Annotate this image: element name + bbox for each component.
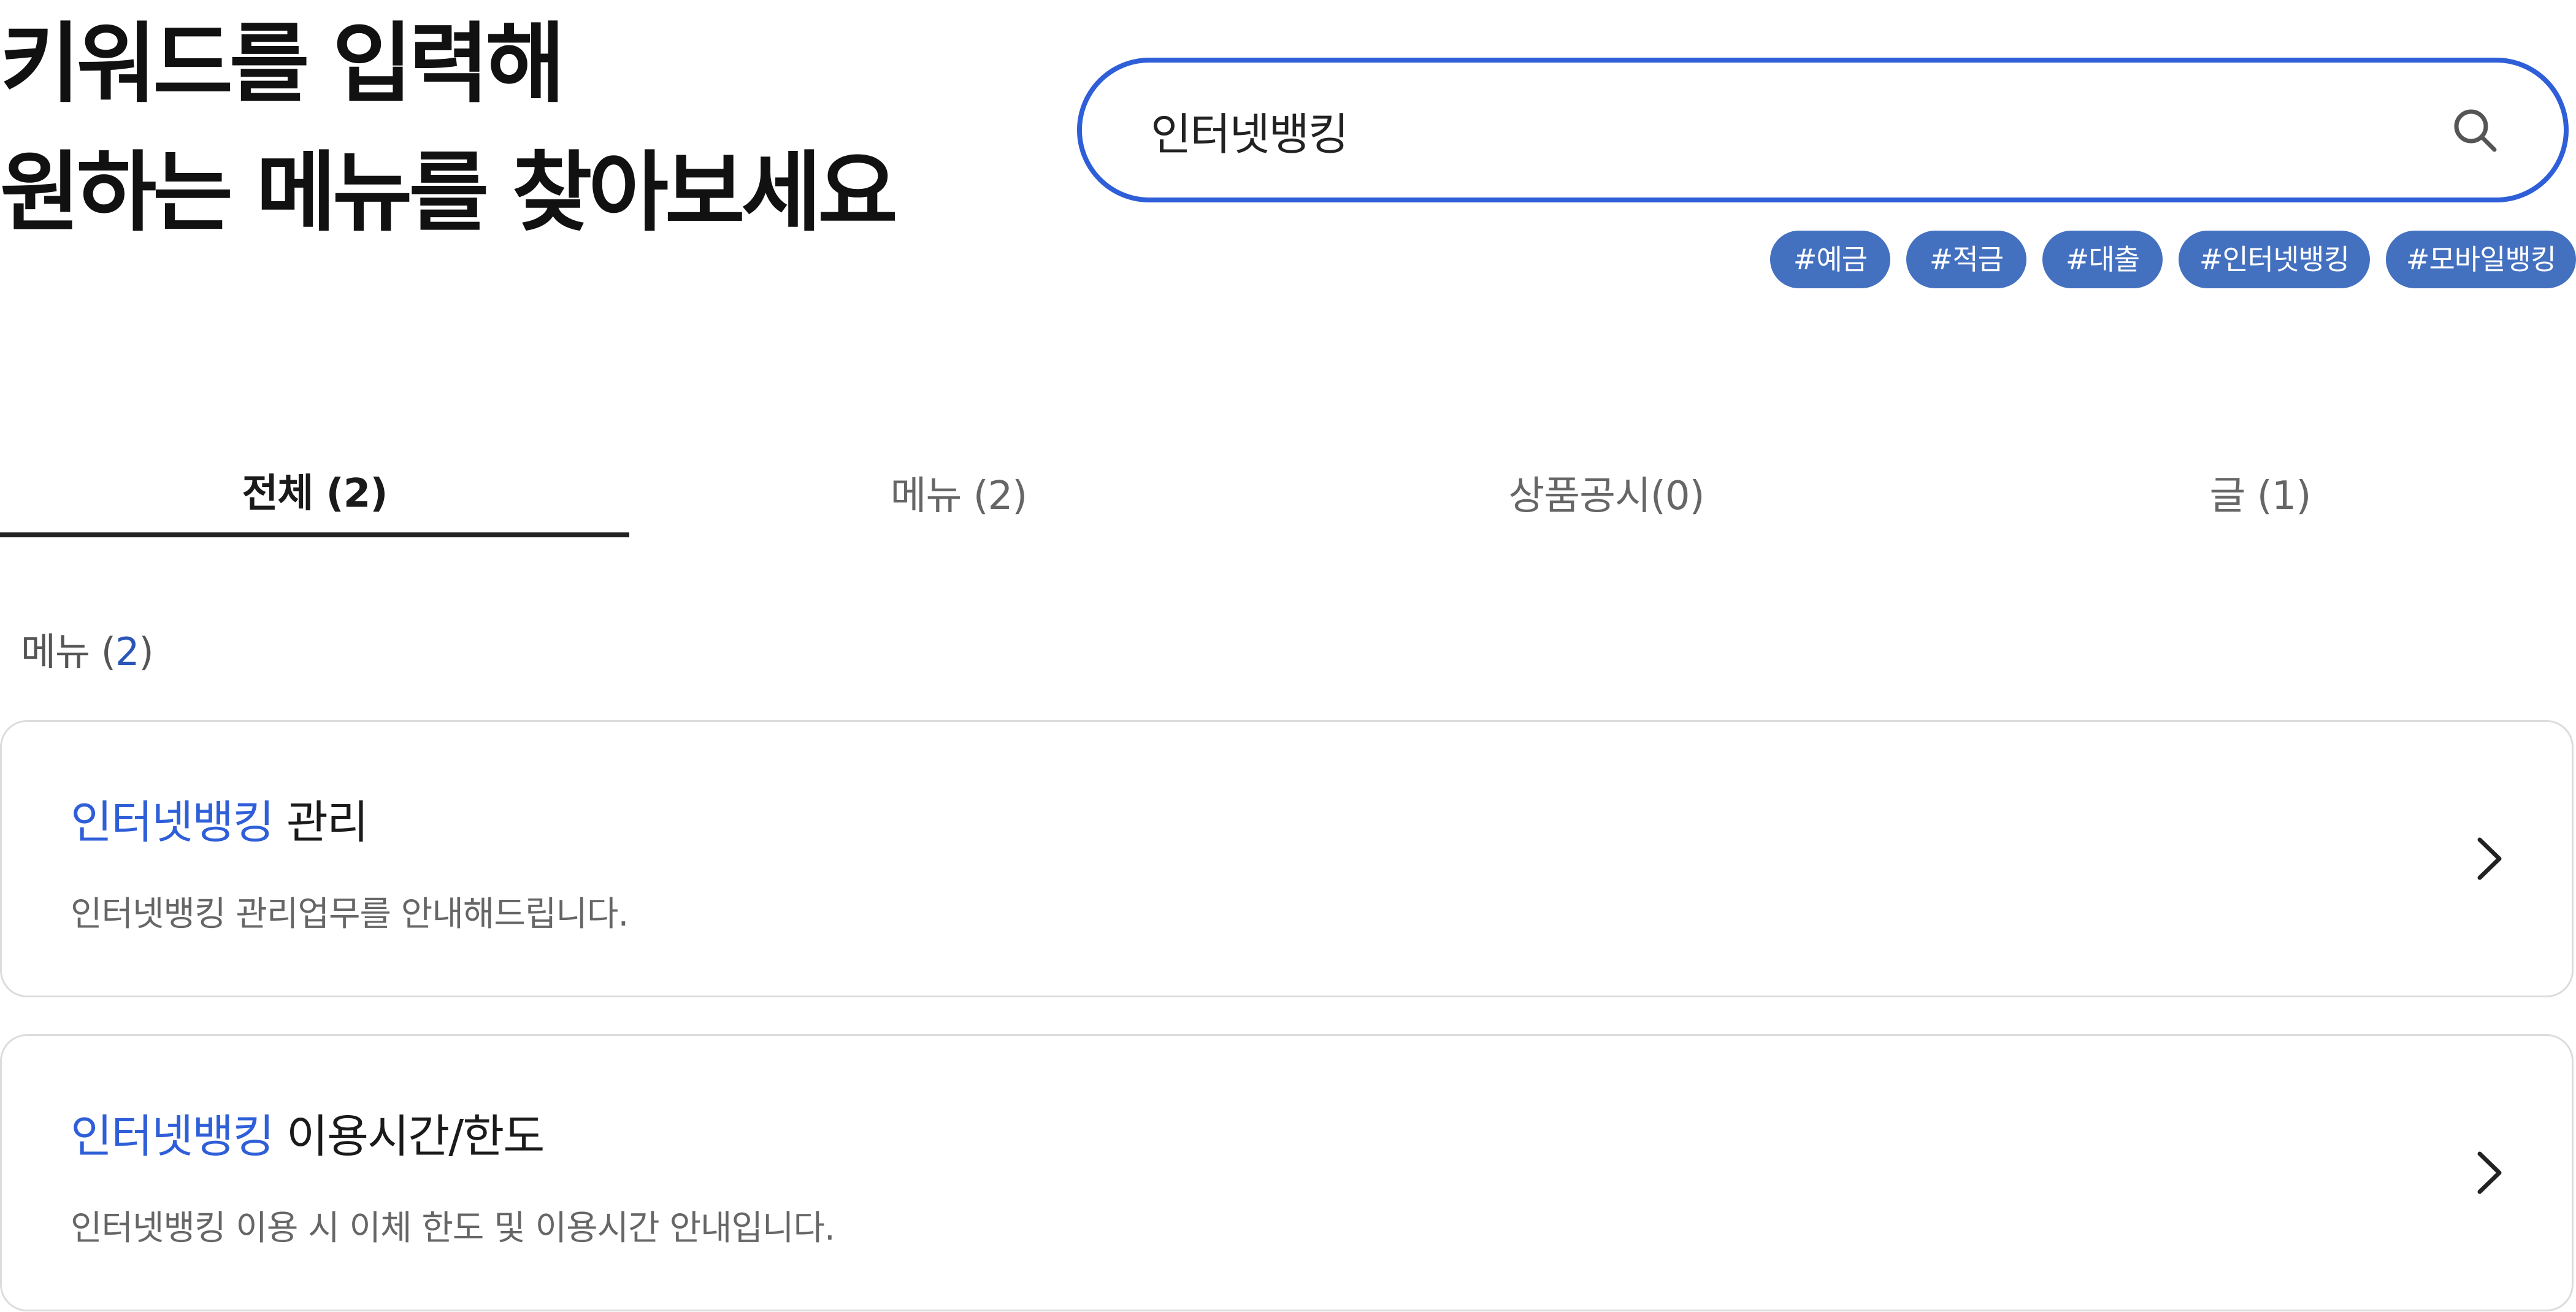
result-tabs: 전체 (2) 메뉴 (2) 상품공시(0) 글 (1): [0, 448, 2576, 537]
result-title-text: 관리: [273, 796, 369, 849]
tag-savings[interactable]: #적금: [1906, 231, 2026, 288]
result-title-text: 이용시간/한도: [273, 1110, 545, 1163]
keyword-tags: #예금 #적금 #대출 #인터넷뱅킹 #모바일뱅킹: [0, 231, 2576, 288]
result-card[interactable]: 인터넷뱅킹 이용시간/한도 인터넷뱅킹 이용 시 이체 한도 및 이용시간 안내…: [0, 1034, 2574, 1311]
result-title-highlight: 인터넷뱅킹: [71, 796, 274, 849]
result-description: 인터넷뱅킹 관리업무를 안내해드립니다.: [71, 894, 629, 934]
section-title: 메뉴 (2): [21, 629, 154, 674]
tab-posts[interactable]: 글 (1): [1945, 448, 2575, 537]
tag-mobile-banking[interactable]: #모바일뱅킹: [2386, 231, 2576, 288]
result-title: 인터넷뱅킹 이용시간/한도: [71, 1100, 545, 1165]
tab-all[interactable]: 전체 (2): [0, 448, 629, 537]
chevron-right-icon: [2477, 837, 2502, 880]
result-card[interactable]: 인터넷뱅킹 관리 인터넷뱅킹 관리업무를 안내해드립니다.: [0, 720, 2574, 997]
search-icon: [2454, 109, 2497, 152]
search-input[interactable]: [1149, 93, 2317, 167]
result-description: 인터넷뱅킹 이용 시 이체 한도 및 이용시간 안내입니다.: [71, 1208, 835, 1248]
search-button[interactable]: [2447, 102, 2502, 158]
result-title-highlight: 인터넷뱅킹: [71, 1110, 274, 1163]
page-headline: 키워드를 입력해 원하는 메뉴를 찾아보세요: [0, 0, 898, 258]
tag-loan[interactable]: #대출: [2042, 231, 2163, 288]
tab-menu[interactable]: 메뉴 (2): [644, 448, 1273, 537]
section-count: 2: [115, 629, 139, 674]
section-label: 메뉴: [21, 629, 90, 674]
tag-deposit[interactable]: #예금: [1770, 231, 1890, 288]
headline-line-1: 키워드를 입력해: [0, 13, 565, 115]
tag-internet-banking[interactable]: #인터넷뱅킹: [2179, 231, 2370, 288]
chevron-right-icon: [2477, 1151, 2502, 1194]
result-title: 인터넷뱅킹 관리: [71, 786, 369, 851]
search-box: [1077, 58, 2569, 202]
tab-product-notice[interactable]: 상품공시(0): [1292, 448, 1921, 537]
